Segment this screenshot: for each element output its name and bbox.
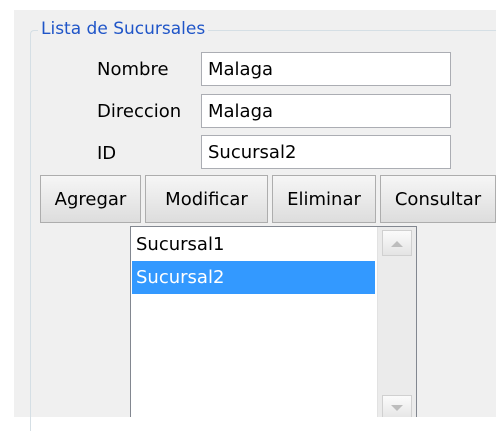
agregar-button[interactable]: Agregar <box>40 175 141 223</box>
consultar-button[interactable]: Consultar <box>380 175 496 223</box>
sucursales-listbox[interactable]: Sucursal1 Sucursal2 <box>130 226 417 417</box>
action-toolbar: Agregar Modificar Eliminar Consultar <box>40 175 496 223</box>
nombre-label: Nombre <box>97 59 169 80</box>
scroll-up-button[interactable] <box>382 230 412 256</box>
nombre-field[interactable] <box>201 52 451 86</box>
scroll-down-button[interactable] <box>382 395 412 417</box>
vertical-scrollbar[interactable] <box>377 227 416 417</box>
modificar-button[interactable]: Modificar <box>145 175 268 223</box>
direccion-label: Direccion <box>97 101 182 122</box>
id-field[interactable] <box>201 135 451 169</box>
list-item[interactable]: Sucursal1 <box>132 228 375 261</box>
list-item[interactable]: Sucursal2 <box>132 261 375 294</box>
arrow-up-icon <box>391 241 403 247</box>
arrow-down-icon <box>391 405 403 411</box>
direccion-field[interactable] <box>201 94 451 128</box>
group-title: Lista de Sucursales <box>38 17 209 41</box>
eliminar-button[interactable]: Eliminar <box>272 175 376 223</box>
id-label: ID <box>97 143 117 164</box>
